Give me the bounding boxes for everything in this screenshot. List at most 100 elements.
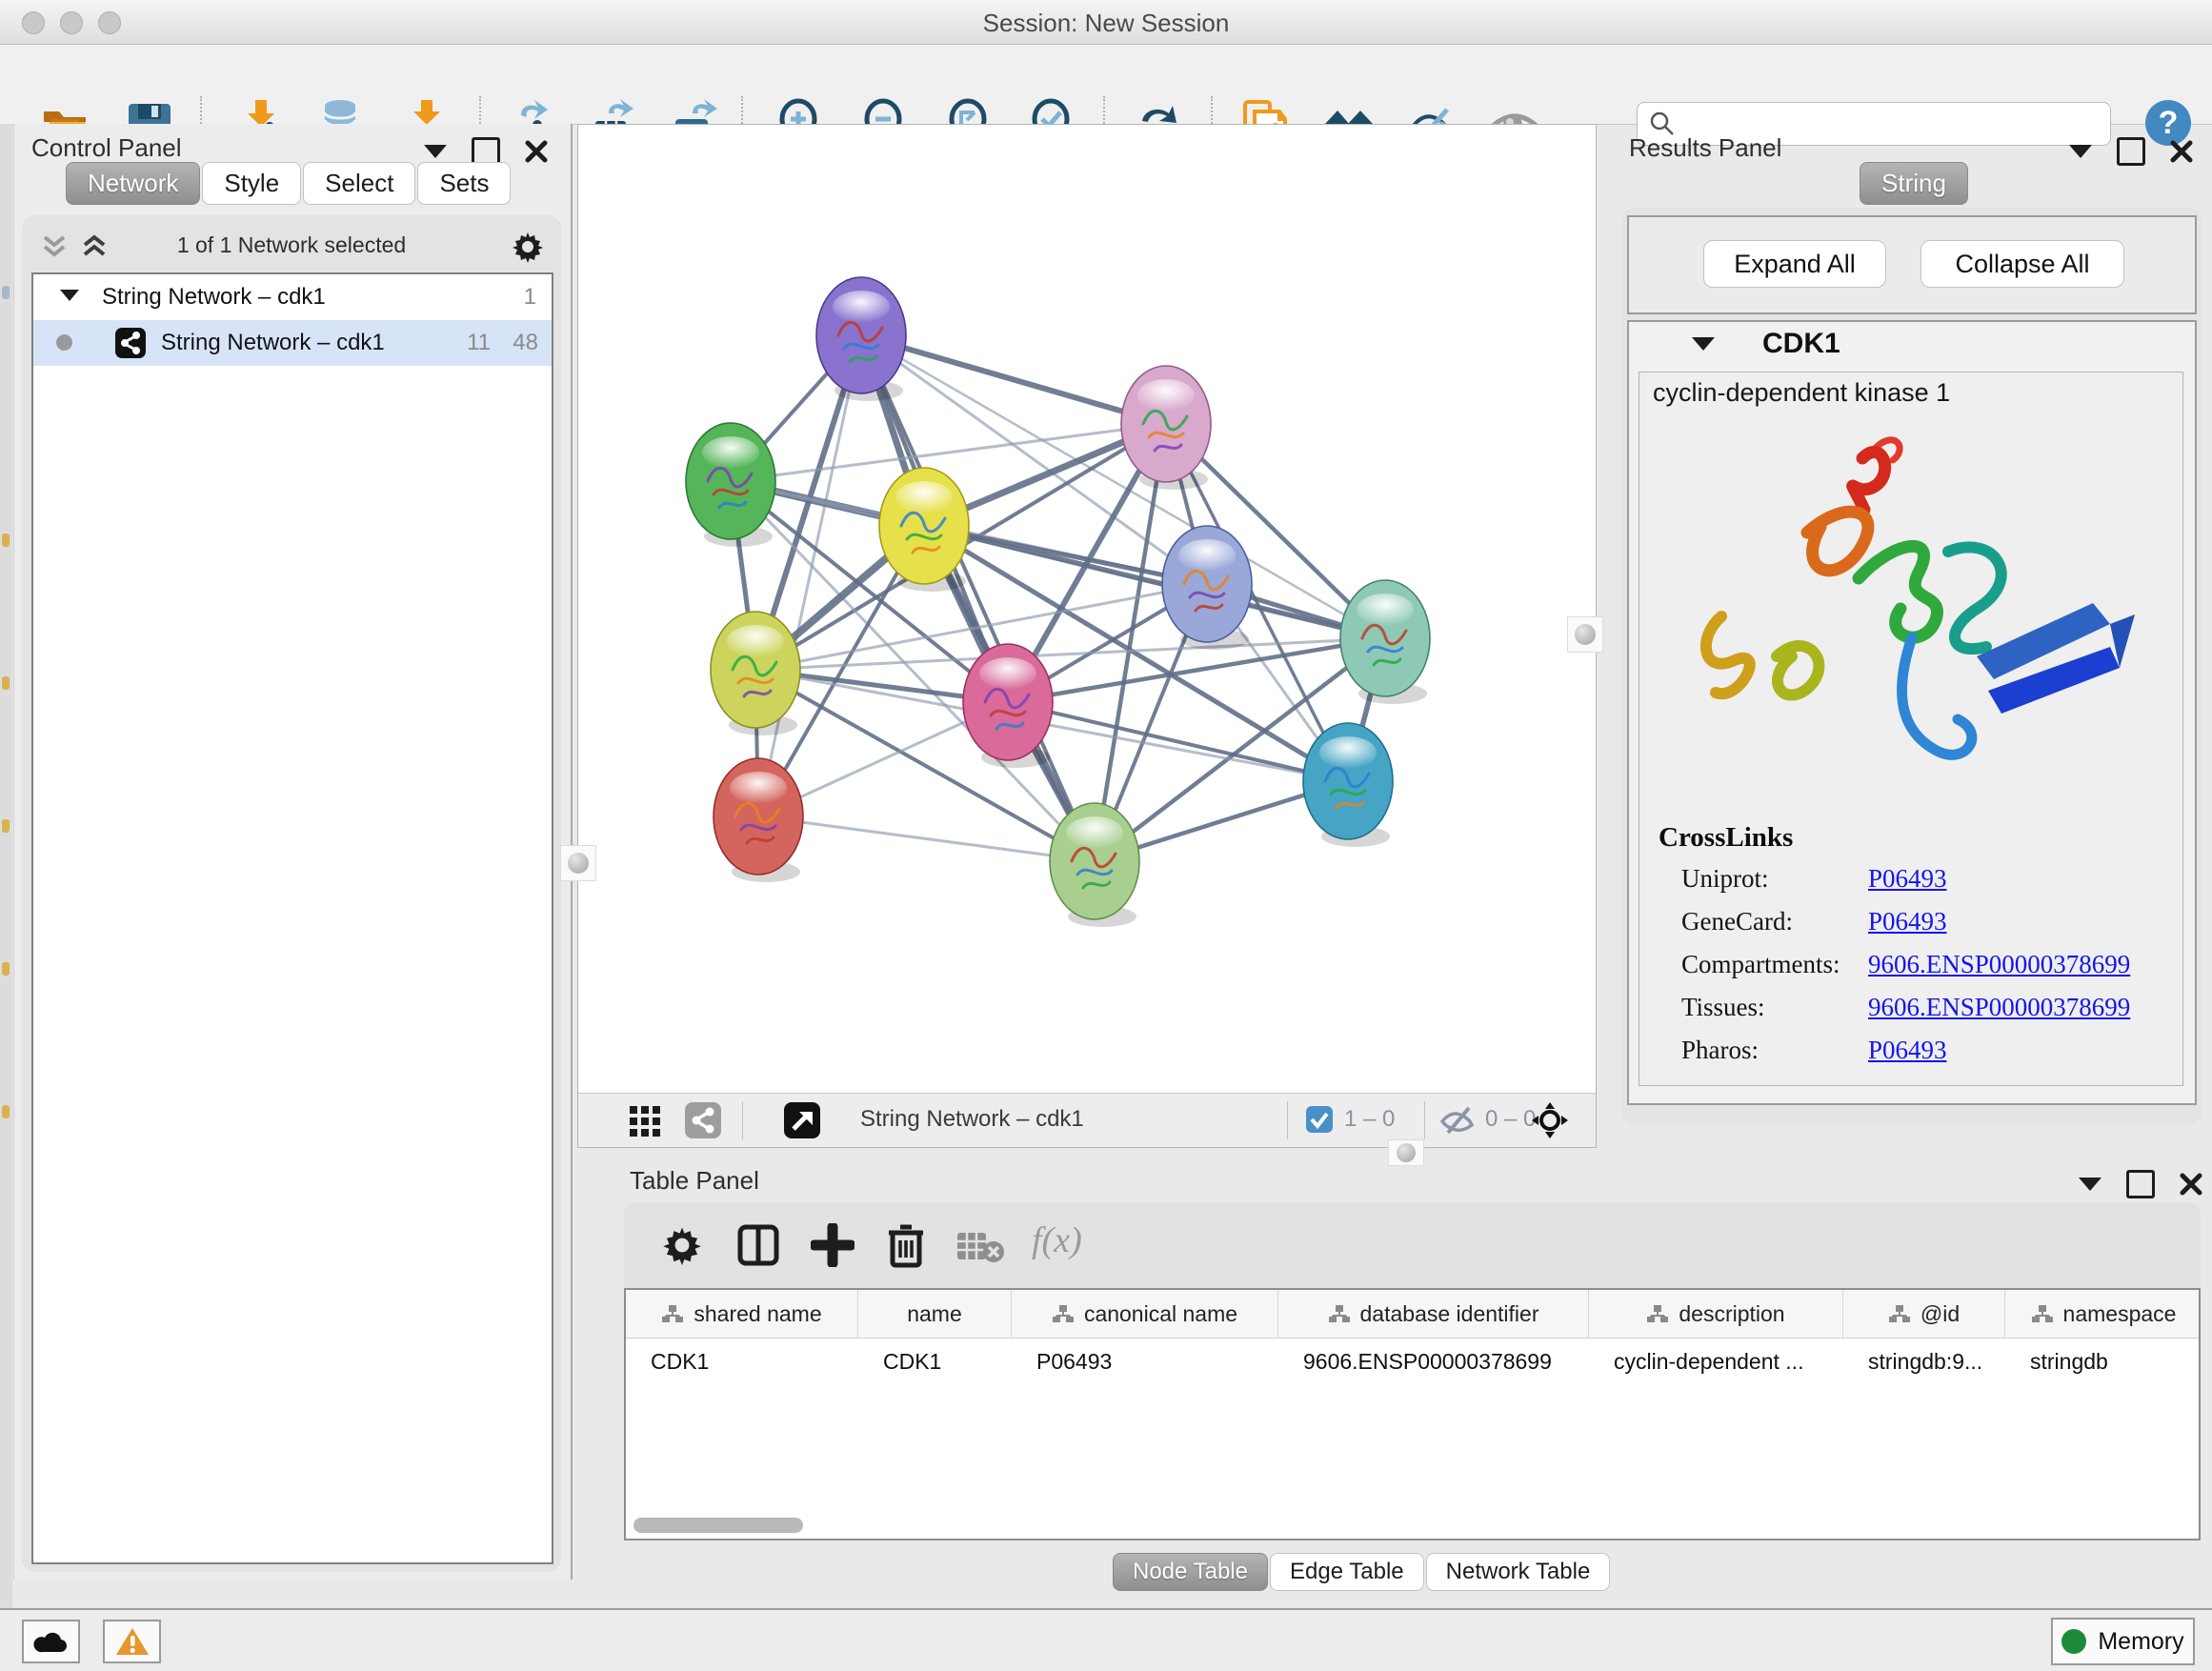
window-status-bar: Memory [0,1608,2212,1671]
node-table[interactable]: shared namenamecanonical namedatabase id… [624,1288,2201,1540]
cloud-status-button[interactable] [22,1620,80,1663]
crosslink-row: Uniprot:P06493 [1681,864,2177,907]
collection-label: String Network – cdk1 [102,284,326,311]
delete-column-icon[interactable] [883,1221,929,1269]
results-buttons-box: Expand All Collapse All [1627,215,2197,314]
tab-sets[interactable]: Sets [417,162,511,205]
crosslink-row: Tissues: 9606.ENSP00000378699 [1681,993,2177,1036]
close-panel-icon[interactable] [525,140,548,163]
results-panel-title: Results Panel [1629,133,1781,163]
node-CDKN1A[interactable] [1303,723,1393,847]
collapse-panel-icon[interactable] [2069,145,2092,158]
node-CDC6[interactable] [1162,526,1252,650]
network-view-title: String Network – cdk1 [860,1106,1084,1133]
hidden-count: 0 – 0 [1485,1106,1536,1133]
column-header-namespace[interactable]: namespace [2005,1290,2201,1338]
gene-details: cyclin-dependent kinase 1 [1639,372,2183,1086]
left-splitter-handle[interactable] [560,845,596,881]
app-window: Session: New Session [0,0,2212,1671]
crosslink-link[interactable]: 9606.ENSP00000378699 [1868,993,2130,1022]
control-panel: Control Panel NetworkStyleSelectSets 1 o… [13,124,573,1580]
control-panel-tabs: NetworkStyleSelectSets [66,162,513,205]
share-view-icon[interactable] [685,1102,721,1138]
network-node-count: 11 [467,330,491,356]
show-columns-icon[interactable] [736,1223,780,1267]
warning-icon [115,1626,150,1657]
network-status-bar: String Network – cdk1 1 – 0 0 – 0 [578,1093,1596,1147]
protein-structure-image [1662,418,2158,809]
float-panel-icon[interactable] [2117,137,2145,166]
node-CDC25B[interactable] [686,423,775,547]
string-network-icon [115,328,146,358]
column-header-database-identifier[interactable]: database identifier [1278,1290,1589,1338]
gene-section-header[interactable]: CDK1 [1629,322,2195,368]
node-CCNE1[interactable] [1050,803,1139,927]
node-CCNB2[interactable] [816,277,906,401]
cell-namespace[interactable]: stringdb [2005,1339,2201,1384]
birdseye-view-icon[interactable] [784,1102,820,1138]
delete-table-icon[interactable] [955,1229,1005,1263]
crosslink-link[interactable]: P06493 [1868,907,1947,936]
node-HIST1H1A[interactable] [714,758,803,882]
tab-edge-table[interactable]: Edge Table [1270,1553,1424,1591]
warnings-button[interactable] [103,1620,161,1663]
collection-expand-icon[interactable] [60,290,79,301]
crosslink-link[interactable]: P06493 [1868,864,1947,894]
cell-database-identifier[interactable]: 9606.ENSP00000378699 [1278,1339,1589,1384]
column-header-canonical-name[interactable]: canonical name [1012,1290,1278,1338]
tab-network-table[interactable]: Network Table [1426,1553,1611,1591]
table-tabs: Node TableEdge TableNetwork Table [1113,1553,1612,1591]
collapse-panel-icon[interactable] [2079,1178,2101,1191]
control-panel-title: Control Panel [31,133,182,163]
crosslink-link[interactable]: 9606.ENSP00000378699 [1868,950,2130,979]
tab-style[interactable]: Style [202,162,301,205]
table-settings-gear-icon[interactable] [662,1225,702,1265]
collapse-panel-icon[interactable] [424,145,447,158]
cell-description[interactable]: cyclin-dependent ... [1589,1339,1843,1384]
right-splitter-handle[interactable] [1567,616,1603,653]
hidden-eye-slash-icon[interactable] [1439,1105,1476,1136]
column-header-@id[interactable]: @id [1843,1290,2005,1338]
tab-string[interactable]: String [1860,162,1968,205]
expand-all-button[interactable]: Expand All [1703,240,1886,288]
cell-name[interactable]: CDK1 [858,1339,1012,1384]
string-results-body: Expand All Collapse All CDK1 cyclin-depe… [1621,208,2202,1124]
float-panel-icon[interactable] [2126,1170,2155,1198]
network-label: String Network – cdk1 [161,330,385,356]
add-column-icon[interactable] [811,1223,855,1267]
cell-shared-name[interactable]: CDK1 [626,1339,858,1384]
network-collection-row[interactable]: String Network – cdk1 1 [33,274,552,320]
network-status-dot [56,334,72,351]
crosslink-label: Tissues: [1681,993,1765,1021]
memory-button[interactable]: Memory [2051,1618,2195,1665]
tab-select[interactable]: Select [303,162,415,205]
tab-node-table[interactable]: Node Table [1113,1553,1268,1591]
section-expand-icon[interactable] [1692,337,1715,351]
network-row-selected[interactable]: String Network – cdk1 11 48 [33,320,552,366]
title-bar: Session: New Session [0,0,2212,45]
gene-symbol: CDK1 [1762,328,1840,360]
cell-canonical-name[interactable]: P06493 [1012,1339,1278,1384]
network-graph: CCNB2CCNA1CDC25BCDK1CDC6RB1CCNB1CCNA2CDK… [578,125,1594,1092]
crosslink-link[interactable]: P06493 [1868,1036,1947,1065]
gear-icon[interactable] [512,231,544,263]
close-panel-icon[interactable] [2180,1173,2202,1196]
network-view[interactable]: CCNB2CCNA1CDC25BCDK1CDC6RB1CCNB1CCNA2CDK… [577,124,1597,1148]
collapse-all-button[interactable]: Collapse All [1920,240,2124,288]
node-CCNB1[interactable] [711,612,800,735]
column-header-description[interactable]: description [1589,1290,1843,1338]
node-CCNA1[interactable] [1121,366,1211,490]
horizontal-scrollbar[interactable] [633,1518,803,1533]
column-header-shared-name[interactable]: shared name [626,1290,858,1338]
selected-checkbox-icon[interactable] [1306,1106,1333,1133]
grid-view-icon[interactable] [628,1104,662,1138]
table-row[interactable]: CDK1CDK1P064939606.ENSP00000378699cyclin… [626,1339,2199,1384]
column-header-name[interactable]: name [858,1290,1012,1338]
results-panel: Results Panel String Expand All Collapse… [1612,124,2212,1151]
cell-@id[interactable]: stringdb:9... [1843,1339,2005,1384]
node-RB1[interactable] [1340,580,1430,704]
close-panel-icon[interactable] [2170,140,2193,163]
tab-network[interactable]: Network [66,162,200,205]
function-builder-icon[interactable]: f(x) [1032,1219,1082,1261]
navigate-crosshair-icon[interactable] [1531,1101,1569,1139]
